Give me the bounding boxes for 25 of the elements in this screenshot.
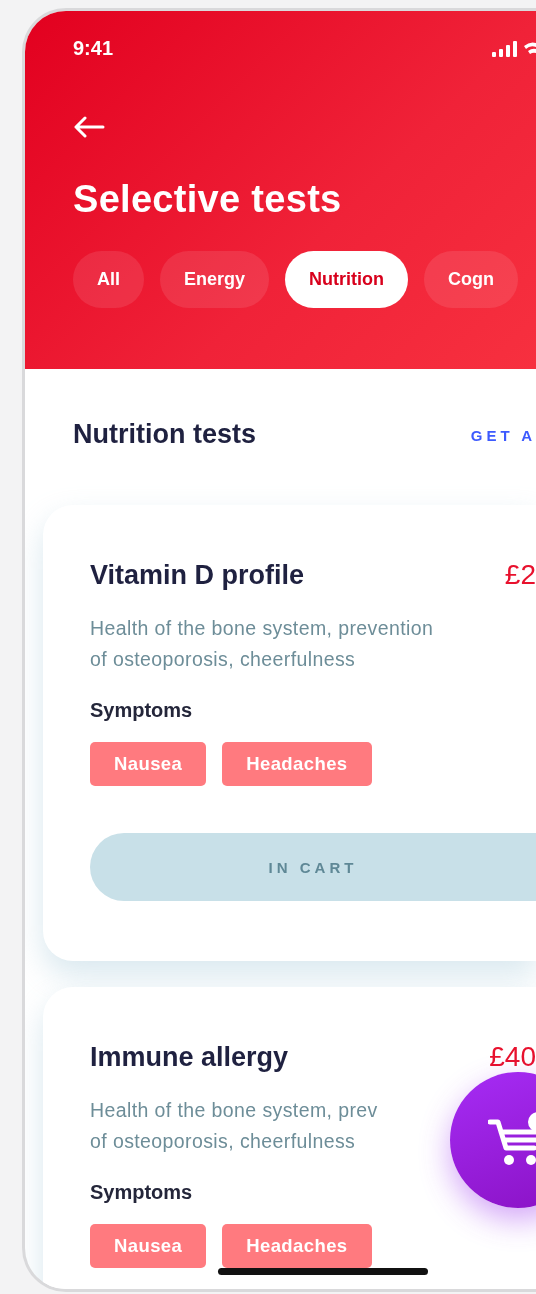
test-description: Health of the bone system, prev of osteoporosis, cheerfulness (90, 1098, 378, 1154)
symptoms-label: Symptoms (90, 699, 194, 722)
signal-icon (492, 40, 518, 57)
cart-icon (488, 1112, 536, 1168)
in-cart-button[interactable]: IN CART (90, 833, 536, 901)
get-all-link[interactable]: GET A (470, 427, 536, 444)
symptom-tag: Nausea (90, 742, 207, 786)
wifi-icon (524, 40, 536, 57)
filter-chip[interactable]: All (73, 251, 144, 308)
filter-chip[interactable]: Energy (160, 251, 270, 308)
filter-chip[interactable]: Cogn (424, 251, 518, 308)
status-time: 9:41 (73, 37, 114, 60)
page-title: Selective tests (73, 178, 343, 221)
test-name: Immune allergy (90, 1041, 289, 1073)
filter-chip[interactable]: Nutrition (285, 251, 409, 308)
test-price: £2 (504, 559, 536, 591)
back-arrow-icon[interactable] (73, 116, 105, 138)
symptom-tag: Headaches (222, 1224, 372, 1268)
section-title: Nutrition tests (73, 419, 256, 450)
test-name: Vitamin D profile (90, 559, 305, 591)
test-description: Health of the bone system, prevention of osteoporosis, cheerfulness (90, 616, 434, 672)
symptom-tag: Nausea (90, 1224, 207, 1268)
test-price: £40 (489, 1041, 536, 1073)
symptoms-label: Symptoms (90, 1181, 194, 1204)
symptom-tag: Headaches (222, 742, 372, 786)
